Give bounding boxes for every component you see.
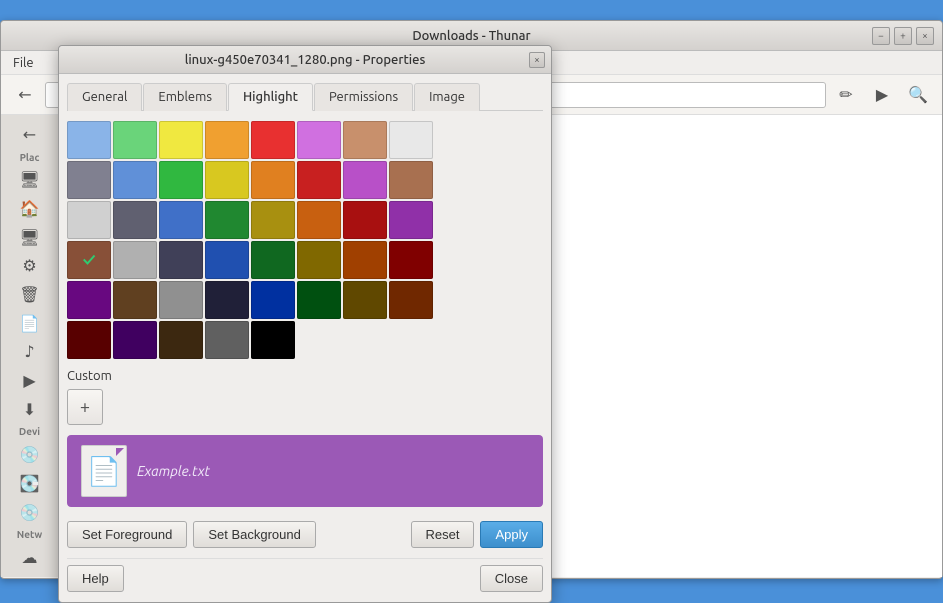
sidebar-music-icon[interactable]: ♪: [1, 338, 58, 365]
color-cell[interactable]: [251, 241, 295, 279]
sidebar-trash-icon[interactable]: 🗑: [1, 281, 58, 308]
color-cell[interactable]: [113, 281, 157, 319]
color-cell[interactable]: [205, 161, 249, 199]
sidebar-download-icon[interactable]: ⬇: [1, 396, 58, 423]
tab-image[interactable]: Image: [414, 83, 480, 111]
color-cell[interactable]: [343, 201, 387, 239]
color-cell[interactable]: [297, 161, 341, 199]
sidebar-monitor-icon[interactable]: 🖥: [1, 167, 58, 194]
color-cell[interactable]: [205, 281, 249, 319]
dialog-titlebar: linux-g450e70341_1280.png - Properties ×: [59, 46, 551, 74]
preview-area: 📄 Example.txt: [67, 435, 543, 507]
color-cell[interactable]: [67, 201, 111, 239]
left-action-group: Set Foreground Set Background: [67, 521, 316, 548]
color-cell[interactable]: [389, 161, 433, 199]
color-cell[interactable]: [159, 161, 203, 199]
color-cell[interactable]: [205, 241, 249, 279]
sidebar-file-icon[interactable]: 📄: [1, 310, 58, 337]
color-cell[interactable]: [343, 121, 387, 159]
color-cell[interactable]: [389, 241, 433, 279]
color-cell[interactable]: [343, 161, 387, 199]
color-cell[interactable]: [159, 121, 203, 159]
color-cell[interactable]: [67, 281, 111, 319]
sidebar-settings-icon[interactable]: ⚙: [1, 253, 58, 280]
color-cell[interactable]: [159, 321, 203, 359]
color-cell[interactable]: [159, 281, 203, 319]
maximize-button[interactable]: +: [894, 27, 912, 45]
color-cell[interactable]: [159, 201, 203, 239]
add-custom-button[interactable]: +: [67, 389, 103, 425]
sidebar-device1-icon[interactable]: 💿: [1, 441, 58, 468]
tab-emblems[interactable]: Emblems: [143, 83, 227, 111]
color-cell[interactable]: [343, 241, 387, 279]
edit-button[interactable]: ✏: [830, 80, 862, 110]
color-cell[interactable]: [251, 321, 295, 359]
color-cell[interactable]: [297, 121, 341, 159]
tab-highlight[interactable]: Highlight: [228, 83, 313, 111]
forward-button[interactable]: ▶: [866, 80, 898, 110]
color-cell[interactable]: [389, 201, 433, 239]
sidebar-video-icon[interactable]: ▶: [1, 367, 58, 394]
color-cell[interactable]: [297, 281, 341, 319]
set-foreground-button[interactable]: Set Foreground: [67, 521, 187, 548]
color-cell[interactable]: [297, 201, 341, 239]
window-controls: − + ×: [872, 27, 934, 45]
color-cell[interactable]: [205, 201, 249, 239]
sidebar-device2-icon[interactable]: 💽: [1, 470, 58, 497]
color-cell[interactable]: [67, 121, 111, 159]
sidebar-cloud-icon[interactable]: ☁: [1, 544, 58, 571]
apply-button[interactable]: Apply: [480, 521, 543, 548]
color-cell[interactable]: [113, 241, 157, 279]
network-label: Netw: [1, 527, 58, 542]
color-grid: [67, 121, 543, 359]
sidebar-home-icon[interactable]: 🏠: [1, 195, 58, 222]
color-cell[interactable]: [113, 161, 157, 199]
places-label: Plac: [1, 150, 58, 165]
devices-label: Devi: [1, 424, 58, 439]
color-cell[interactable]: [67, 241, 111, 279]
custom-section: Custom +: [67, 369, 543, 425]
color-cell[interactable]: [205, 121, 249, 159]
tab-general[interactable]: General: [67, 83, 142, 111]
reset-button[interactable]: Reset: [411, 521, 475, 548]
thunar-title: Downloads - Thunar: [412, 29, 530, 43]
color-cell[interactable]: [251, 281, 295, 319]
close-button[interactable]: ×: [916, 27, 934, 45]
color-cell[interactable]: [113, 321, 157, 359]
properties-dialog: linux-g450e70341_1280.png - Properties ×…: [58, 45, 552, 603]
custom-label: Custom: [67, 369, 543, 383]
color-cell[interactable]: [251, 121, 295, 159]
search-button[interactable]: 🔍: [902, 80, 934, 110]
file-menu[interactable]: File: [5, 54, 42, 72]
dialog-close-button[interactable]: ×: [529, 52, 545, 68]
dialog-title: linux-g450e70341_1280.png - Properties: [67, 53, 543, 67]
set-background-button[interactable]: Set Background: [193, 521, 316, 548]
sidebar-device3-icon[interactable]: 💿: [1, 499, 58, 526]
dialog-footer: Help Close: [67, 558, 543, 594]
preview-file-icon: 📄: [81, 445, 127, 497]
color-cell[interactable]: [251, 201, 295, 239]
color-cell[interactable]: [251, 161, 295, 199]
sidebar-desktop-icon[interactable]: 🖥: [1, 224, 58, 251]
color-cell[interactable]: [113, 201, 157, 239]
main-sidebar: ← Plac 🖥 🏠 🖥 ⚙ 🗑 📄 ♪ ▶ ⬇ Devi 💿 💽 💿 Netw…: [1, 115, 59, 577]
sidebar-back-icon[interactable]: ←: [1, 121, 58, 148]
color-cell[interactable]: [297, 241, 341, 279]
bottom-actions: Set Foreground Set Background Reset Appl…: [67, 521, 543, 548]
color-cell[interactable]: [67, 161, 111, 199]
color-cell[interactable]: [389, 281, 433, 319]
color-cell[interactable]: [343, 281, 387, 319]
tab-permissions[interactable]: Permissions: [314, 83, 413, 111]
color-cell[interactable]: [67, 321, 111, 359]
tab-bar: General Emblems Highlight Permissions Im…: [67, 82, 543, 111]
color-cell[interactable]: [389, 121, 433, 159]
back-button[interactable]: ←: [9, 80, 41, 110]
color-cell[interactable]: [159, 241, 203, 279]
dialog-body: General Emblems Highlight Permissions Im…: [59, 74, 551, 602]
preview-filename: Example.txt: [137, 463, 210, 479]
minimize-button[interactable]: −: [872, 27, 890, 45]
color-cell[interactable]: [205, 321, 249, 359]
right-action-group: Reset Apply: [411, 521, 544, 548]
color-cell[interactable]: [113, 121, 157, 159]
